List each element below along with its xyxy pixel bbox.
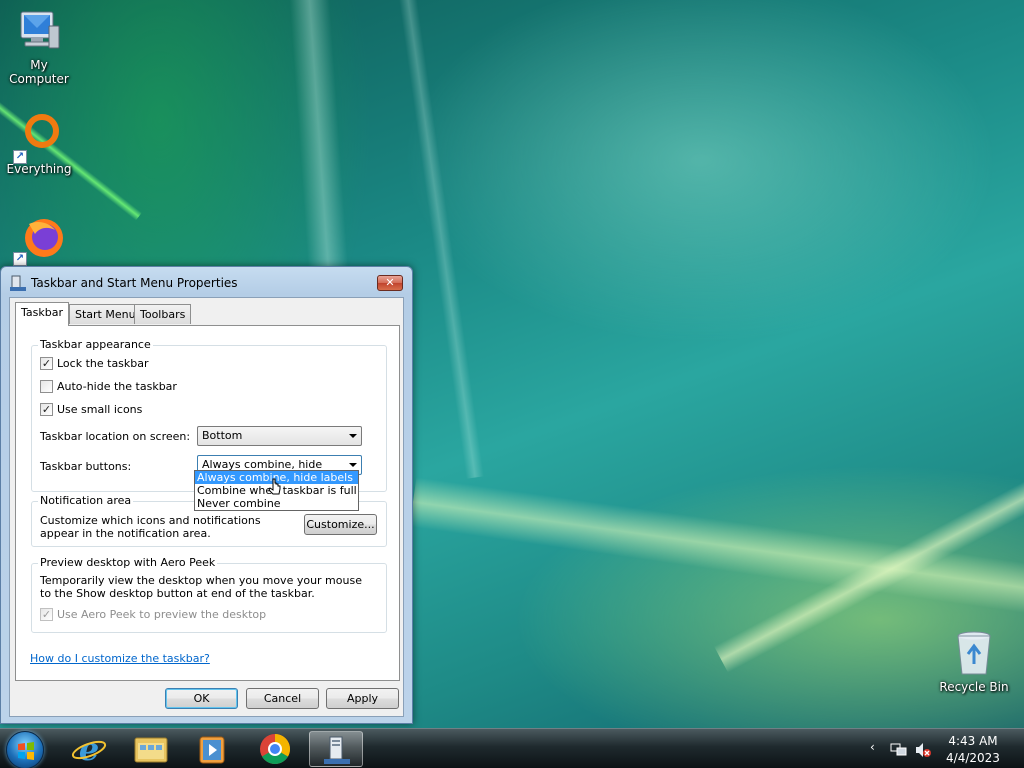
button-label: OK bbox=[193, 692, 210, 705]
checkbox-label: Use small icons bbox=[57, 403, 143, 416]
computer-icon bbox=[15, 8, 63, 56]
notification-description: Customize which icons and notifications … bbox=[40, 514, 261, 540]
tab-start-menu[interactable]: Start Menu bbox=[69, 304, 142, 324]
ok-button[interactable]: OK bbox=[165, 688, 238, 709]
shortcut-arrow-icon: ↗ bbox=[13, 252, 27, 266]
cancel-button[interactable]: Cancel bbox=[246, 688, 319, 709]
internet-explorer-icon: e bbox=[71, 730, 107, 768]
checkbox-label: Auto-hide the taskbar bbox=[57, 380, 177, 393]
clock-date[interactable]: 4/4/2023 bbox=[938, 751, 1008, 765]
windows-logo-icon bbox=[18, 742, 34, 760]
desktop-icon-recycle-bin[interactable]: Recycle Bin bbox=[934, 630, 1014, 694]
aero-peek-checkbox-row: ✓ Use Aero Peek to preview the desktop bbox=[40, 608, 266, 621]
taskbar-chrome[interactable] bbox=[248, 731, 302, 767]
volume-muted-icon[interactable] bbox=[914, 742, 932, 758]
small-icons-checkbox-row[interactable]: ✓ Use small icons bbox=[40, 403, 142, 416]
desktop-icon-firefox[interactable]: ↗ bbox=[0, 214, 79, 266]
auto-hide-checkbox-row[interactable]: Auto-hide the taskbar bbox=[40, 380, 177, 393]
network-icon[interactable] bbox=[890, 742, 908, 758]
taskbar-internet-explorer[interactable]: e bbox=[62, 730, 116, 768]
desktop-icon-label: Recycle Bin bbox=[939, 680, 1009, 694]
apply-button[interactable]: Apply bbox=[326, 688, 399, 709]
taskbar-properties-icon bbox=[10, 275, 26, 291]
tab-label: Start Menu bbox=[75, 308, 136, 321]
dialog-titlebar[interactable]: Taskbar and Start Menu Properties ✕ bbox=[1, 267, 412, 299]
tab-label: Taskbar bbox=[21, 306, 63, 319]
location-label: Taskbar location on screen: bbox=[40, 430, 191, 443]
lock-taskbar-checkbox-row[interactable]: ✓ Lock the taskbar bbox=[40, 357, 149, 370]
group-title: Preview desktop with Aero Peek bbox=[38, 556, 218, 569]
aero-peek-description: Temporarily view the desktop when you mo… bbox=[40, 574, 362, 600]
desktop-icon-everything[interactable]: ↗ Everything bbox=[0, 112, 79, 176]
taskbar-buttons-label: Taskbar buttons: bbox=[40, 460, 132, 473]
dialog-title: Taskbar and Start Menu Properties bbox=[31, 276, 238, 290]
media-player-icon bbox=[199, 736, 225, 764]
checkbox-label: Lock the taskbar bbox=[57, 357, 149, 370]
group-title: Taskbar appearance bbox=[38, 338, 153, 351]
customize-button[interactable]: Customize... bbox=[304, 514, 377, 535]
taskbar-location-select[interactable]: Bottom bbox=[197, 426, 362, 446]
desktop-icon-my-computer[interactable]: My Computer bbox=[0, 8, 79, 86]
lock-taskbar-checkbox[interactable]: ✓ bbox=[40, 357, 53, 370]
chrome-icon bbox=[260, 734, 291, 765]
tab-label: Toolbars bbox=[140, 308, 186, 321]
close-icon: ✕ bbox=[385, 276, 395, 289]
shortcut-arrow-icon: ↗ bbox=[13, 150, 27, 164]
desktop-icon-label: My Computer bbox=[9, 58, 69, 86]
checkbox-label: Use Aero Peek to preview the desktop bbox=[57, 608, 267, 621]
dropdown-option[interactable]: Never combine bbox=[195, 497, 358, 510]
select-value: Bottom bbox=[202, 429, 243, 442]
folder-icon bbox=[134, 737, 168, 763]
auto-hide-checkbox[interactable] bbox=[40, 380, 53, 393]
taskbar-media-player[interactable] bbox=[186, 731, 240, 767]
svg-text:e: e bbox=[79, 731, 99, 767]
help-link[interactable]: How do I customize the taskbar? bbox=[30, 652, 210, 665]
small-icons-checkbox[interactable]: ✓ bbox=[40, 403, 53, 416]
clock-time[interactable]: 4:43 AM bbox=[938, 734, 1008, 748]
desktop-icon-label: Everything bbox=[6, 162, 72, 176]
tab-toolbars[interactable]: Toolbars bbox=[134, 304, 192, 324]
aero-peek-group: Preview desktop with Aero Peek Temporari… bbox=[31, 556, 387, 633]
taskbar-properties-icon bbox=[324, 736, 350, 764]
show-hidden-icons-chevron-icon[interactable]: ‹ bbox=[870, 740, 875, 754]
start-button[interactable] bbox=[6, 731, 44, 768]
tab-taskbar[interactable]: Taskbar bbox=[15, 302, 69, 326]
taskbar: e ‹ 4:43 AM 4/4/2023 bbox=[0, 728, 1024, 768]
recycle-bin-icon bbox=[954, 630, 994, 678]
chevron-down-icon bbox=[349, 434, 357, 438]
close-button[interactable]: ✕ bbox=[377, 275, 403, 291]
taskbar-windows-explorer[interactable] bbox=[124, 731, 178, 767]
button-label: Cancel bbox=[263, 692, 302, 705]
taskbar-taskbar-properties[interactable] bbox=[309, 731, 363, 767]
mouse-cursor-icon bbox=[268, 478, 281, 495]
aero-peek-checkbox: ✓ bbox=[40, 608, 53, 621]
button-label: Apply bbox=[346, 692, 379, 705]
group-title: Notification area bbox=[38, 494, 134, 507]
everything-search-icon: ↗ bbox=[13, 112, 63, 164]
wallpaper-light-streak bbox=[409, 477, 1024, 613]
firefox-icon: ↗ bbox=[13, 214, 63, 266]
button-label: Customize... bbox=[306, 518, 375, 531]
chevron-down-icon bbox=[349, 463, 357, 467]
